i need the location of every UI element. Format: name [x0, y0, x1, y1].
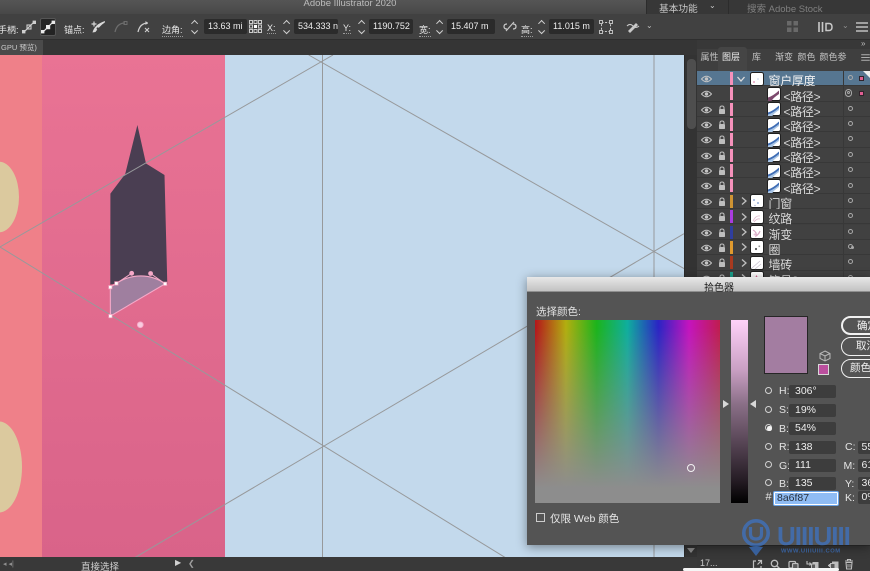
svg-text:UIIIUIII: UIIIUIII [777, 521, 850, 551]
svg-text:WWW.UIIIUIII.COM: WWW.UIIIUIII.COM [781, 549, 841, 555]
